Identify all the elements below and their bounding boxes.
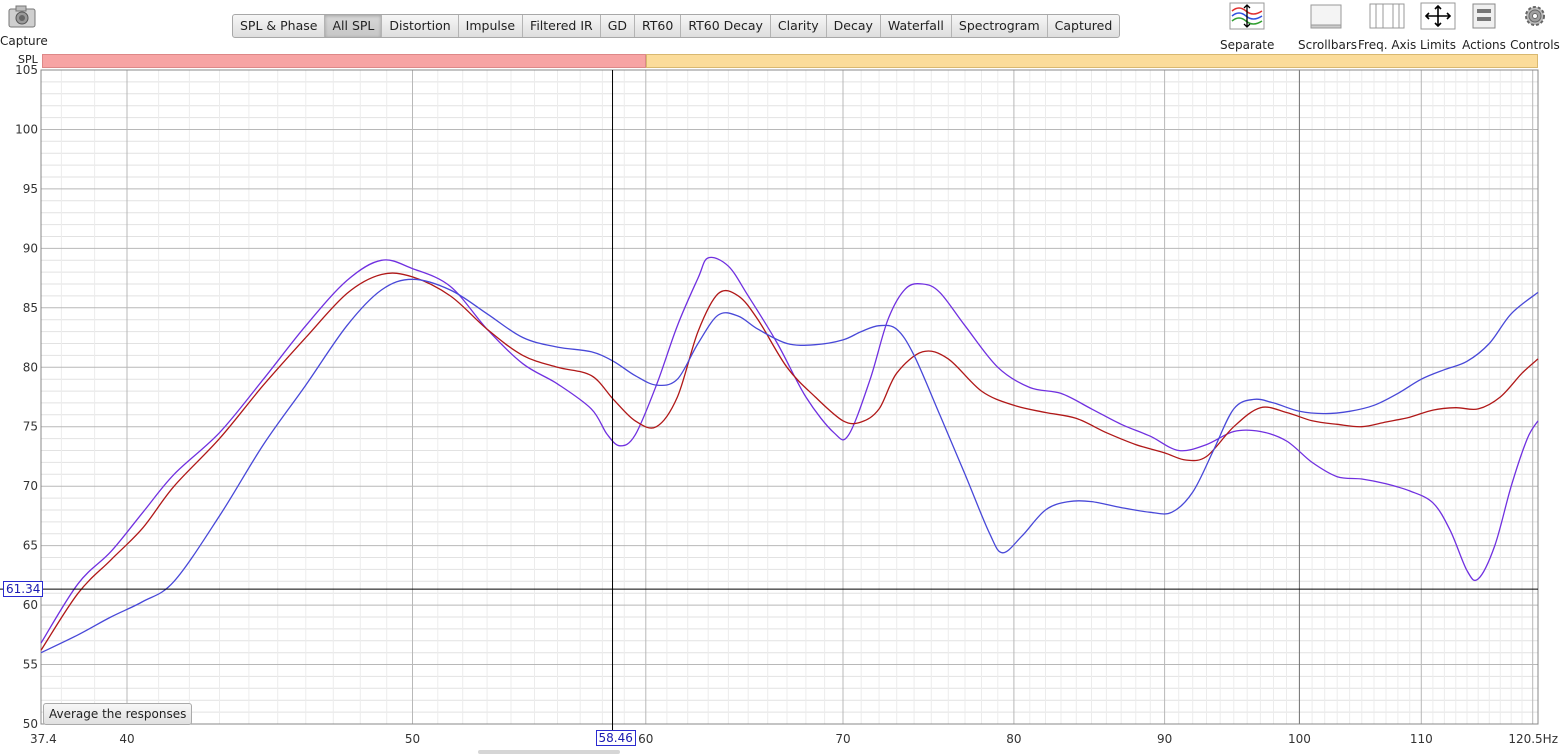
x-tick-label: 90 <box>1157 732 1172 746</box>
x-tick-label: 70 <box>835 732 850 746</box>
y-tick-label: 105 <box>15 63 38 77</box>
x-tick-label: 100 <box>1288 732 1311 746</box>
x-tick-label: 60 <box>638 732 653 746</box>
y-tick-label: 100 <box>15 123 38 137</box>
grid-minor <box>41 70 1538 724</box>
x-tick-label: 80 <box>1006 732 1021 746</box>
x-tick-label: 40 <box>119 732 134 746</box>
plot-frame <box>40 69 1539 725</box>
y-tick-label: 55 <box>23 658 38 672</box>
y-tick-label: 90 <box>23 241 38 255</box>
y-tick-label: 50 <box>23 717 38 731</box>
x-tick-label: 37.4 <box>30 732 57 746</box>
y-tick-label: 75 <box>23 420 38 434</box>
cursor-y-readout: 61.34 <box>3 581 44 598</box>
series-line-3 <box>40 278 1539 654</box>
horizontal-scroll-thumb[interactable] <box>478 750 620 754</box>
y-tick-label: 80 <box>23 360 38 374</box>
y-tick-label: 70 <box>23 479 38 493</box>
cursor-lines <box>0 70 1538 732</box>
x-tick-label: 110 <box>1410 732 1433 746</box>
y-axis-ticks: 50 55 60 65 70 75 80 85 90 95 100 105 <box>15 63 38 731</box>
x-tick-label: 50 <box>405 732 420 746</box>
y-tick-label: 85 <box>23 301 38 315</box>
grid-major <box>41 69 1538 725</box>
y-tick-label: 65 <box>23 539 38 553</box>
average-responses-button[interactable]: Average the responses <box>43 703 193 725</box>
spl-chart[interactable]: 50 55 60 65 70 75 80 85 90 95 100 105 37.4 40 50 60 70 8… <box>0 0 1562 754</box>
x-axis-ticks: 37.4 40 50 60 70 80 90 100 110 120.5Hz <box>30 732 1558 746</box>
cursor-x-readout: 58.46 <box>595 730 636 746</box>
y-tick-label: 60 <box>23 598 38 612</box>
y-tick-label: 95 <box>23 182 38 196</box>
series-line-2 <box>40 272 1539 651</box>
x-tick-label: 120.5Hz <box>1508 732 1558 746</box>
